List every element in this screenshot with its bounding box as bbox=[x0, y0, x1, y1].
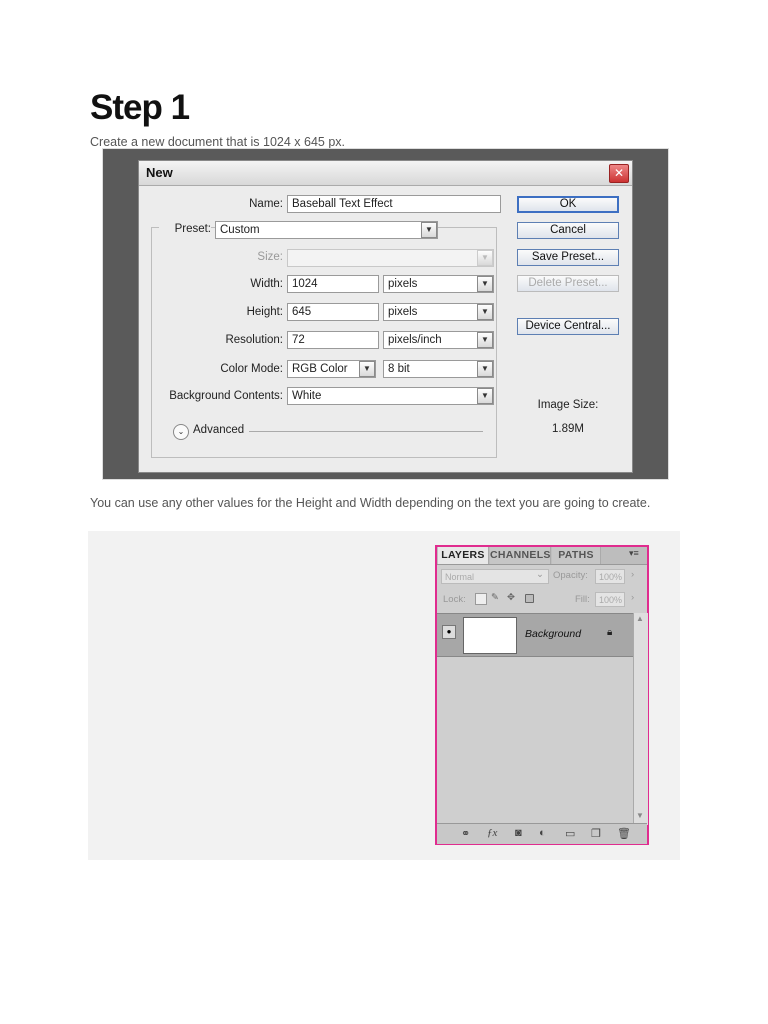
chevron-down-icon[interactable]: ▼ bbox=[477, 332, 493, 348]
size-label: Size: bbox=[257, 251, 283, 263]
chevron-down-icon[interactable]: ▼ bbox=[477, 304, 493, 320]
tab-paths[interactable]: PATHS bbox=[552, 547, 601, 564]
eye-icon[interactable]: ● bbox=[442, 625, 456, 639]
cancel-button[interactable]: Cancel bbox=[517, 222, 619, 239]
add-mask-icon[interactable]: ◙ bbox=[515, 827, 522, 839]
name-input[interactable]: Baseball Text Effect bbox=[287, 195, 501, 213]
lock-icon: 🔒︎ bbox=[607, 627, 613, 638]
chevron-right-icon[interactable]: › bbox=[631, 569, 634, 580]
width-input[interactable]: 1024 bbox=[287, 275, 379, 293]
ok-button[interactable]: OK bbox=[517, 196, 619, 213]
size-select bbox=[287, 249, 494, 267]
move-icon[interactable]: ✥ bbox=[507, 592, 515, 603]
new-document-dialog: New ✕ Name: Baseball Text Effect Preset:… bbox=[138, 160, 633, 473]
advanced-label[interactable]: Advanced bbox=[193, 424, 244, 436]
height-input[interactable]: 645 bbox=[287, 303, 379, 321]
scroll-down-icon[interactable]: ▼ bbox=[634, 811, 646, 820]
layers-scrollbar[interactable]: ▲ ▼ bbox=[633, 613, 648, 825]
preset-label: Preset: bbox=[159, 223, 211, 235]
chevron-down-icon[interactable]: ▼ bbox=[477, 361, 493, 377]
tab-channels[interactable]: CHANNELS bbox=[490, 547, 551, 564]
chevron-down-icon: ▼ bbox=[477, 250, 493, 266]
background-contents-label: Background Contents: bbox=[169, 390, 283, 402]
dialog-titlebar: New ✕ bbox=[139, 161, 632, 186]
new-layer-icon[interactable]: ❐ bbox=[591, 827, 601, 840]
name-label: Name: bbox=[249, 198, 283, 210]
layer-row-background[interactable]: ● Background 🔒︎ bbox=[437, 613, 633, 657]
lock-icon[interactable] bbox=[525, 594, 534, 603]
expand-advanced-icon[interactable]: ⌄ bbox=[173, 424, 189, 440]
fill-input[interactable]: 100% bbox=[595, 592, 625, 607]
background-contents-select[interactable]: White bbox=[287, 387, 494, 405]
scroll-up-icon[interactable]: ▲ bbox=[634, 614, 646, 623]
layer-thumbnail bbox=[463, 617, 517, 654]
save-preset-button[interactable]: Save Preset... bbox=[517, 249, 619, 266]
preset-select[interactable]: Custom bbox=[215, 221, 438, 239]
brush-icon[interactable]: ✎ bbox=[491, 592, 499, 603]
dialog-title: New bbox=[146, 165, 173, 180]
chevron-down-icon[interactable]: ⌄ bbox=[536, 569, 544, 580]
resolution-label: Resolution: bbox=[225, 334, 283, 346]
divider bbox=[249, 431, 483, 432]
page-title: Step 1 bbox=[90, 88, 190, 127]
chevron-right-icon[interactable]: › bbox=[631, 592, 634, 603]
chevron-down-icon[interactable]: ▼ bbox=[477, 276, 493, 292]
lock-transparency-icon[interactable] bbox=[475, 593, 487, 605]
fx-icon[interactable]: ƒx bbox=[487, 827, 497, 839]
close-icon[interactable]: ✕ bbox=[609, 164, 629, 183]
layers-panel: LAYERS CHANNELS PATHS ▾≡ Normal ⌄ Opacit… bbox=[435, 545, 649, 845]
link-layers-icon[interactable]: ⚭ bbox=[461, 827, 470, 840]
chevron-down-icon[interactable]: ▼ bbox=[477, 388, 493, 404]
instruction-text: You can use any other values for the Hei… bbox=[90, 496, 651, 510]
image-size-label: Image Size: bbox=[537, 399, 599, 411]
image-size-value: 1.89M bbox=[552, 423, 584, 435]
width-label: Width: bbox=[250, 278, 283, 290]
color-mode-label: Color Mode: bbox=[220, 363, 283, 375]
panel-menu-icon[interactable]: ▾≡ bbox=[629, 548, 639, 559]
tab-layers[interactable]: LAYERS bbox=[438, 547, 489, 564]
lock-label: Lock: bbox=[443, 594, 466, 605]
device-central-button[interactable]: Device Central... bbox=[517, 318, 619, 335]
opacity-label: Opacity: bbox=[553, 570, 588, 581]
new-group-icon[interactable]: ▭ bbox=[565, 827, 575, 840]
blend-mode-select[interactable]: Normal bbox=[441, 569, 549, 584]
chevron-down-icon[interactable]: ▼ bbox=[359, 361, 375, 377]
layers-bottom-toolbar: ⚭ ƒx ◙ ◐ ▭ ❐ 🗑︎ bbox=[437, 823, 647, 844]
trash-icon[interactable]: 🗑︎ bbox=[617, 827, 631, 840]
fill-label: Fill: bbox=[575, 594, 590, 605]
opacity-input[interactable]: 100% bbox=[595, 569, 625, 584]
resolution-input[interactable]: 72 bbox=[287, 331, 379, 349]
layer-name[interactable]: Background bbox=[525, 628, 581, 640]
adjustment-layer-icon[interactable]: ◐ bbox=[539, 827, 546, 839]
chevron-down-icon[interactable]: ▼ bbox=[421, 222, 437, 238]
height-label: Height: bbox=[246, 306, 283, 318]
delete-preset-button: Delete Preset... bbox=[517, 275, 619, 292]
